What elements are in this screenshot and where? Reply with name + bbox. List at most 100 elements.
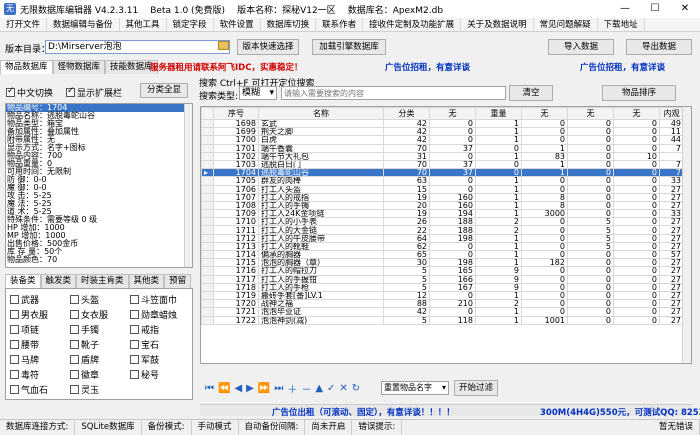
table-cell[interactable]: 1722 [213, 315, 259, 325]
table-cell[interactable]: 0 [429, 241, 476, 252]
category-checkbox[interactable]: 腰带 [10, 338, 39, 351]
table-cell[interactable]: 1708 [213, 200, 259, 211]
table-cell[interactable]: 30 [383, 258, 430, 268]
table-cell[interactable]: 1700 [213, 135, 259, 145]
table-cell[interactable]: 7 [659, 143, 684, 153]
table-cell[interactable]: 0 [613, 184, 660, 194]
item-name-cell[interactable]: 打工人的小手表 [258, 217, 384, 227]
table-cell[interactable]: 0 [567, 118, 614, 129]
table-cell[interactable]: 1 [475, 233, 522, 243]
table-cell[interactable]: 1 [475, 118, 522, 129]
table-cell[interactable]: 27 [659, 258, 684, 268]
table-cell[interactable]: 0 [567, 176, 614, 186]
table-cell[interactable]: 0 [475, 168, 522, 178]
checkbox-icon[interactable] [10, 355, 19, 364]
table-cell[interactable]: 0 [429, 151, 476, 161]
table-cell[interactable]: 0 [521, 241, 568, 252]
category-checkbox[interactable]: 靴子 [70, 338, 99, 351]
table-cell[interactable]: 0 [567, 184, 614, 194]
table-cell[interactable]: 27 [659, 192, 684, 202]
checkbox-icon[interactable] [10, 325, 19, 334]
show-extension-toggle[interactable]: 显示扩展栏 [66, 86, 122, 99]
table-cell[interactable]: 33 [659, 176, 684, 186]
quick-select-button[interactable]: 版本快速选择 [237, 39, 299, 55]
table-row[interactable]: 1706 打工人头盔 15 0 1 0 0 0 27 [201, 184, 684, 194]
table-row[interactable]: 1700 白虎 42 0 1 0 0 0 44 [201, 135, 684, 145]
table-cell[interactable]: 0 [567, 200, 614, 211]
item-name-cell[interactable]: 打工人24K金项链 [258, 209, 384, 219]
cancel-icon[interactable]: ✕ [339, 383, 347, 394]
category-checkbox[interactable]: 男衣服 [10, 308, 48, 321]
table-cell[interactable]: 1 [475, 151, 522, 161]
table-cell[interactable]: 0 [475, 159, 522, 170]
table-cell[interactable]: 1 [475, 241, 522, 252]
folder-icon[interactable] [218, 41, 229, 50]
table-cell[interactable]: 1701 [213, 143, 259, 153]
table-row[interactable]: 1715 泡泡的胸器（章） 30 198 1 182 0 0 27 [201, 258, 684, 268]
row-selector[interactable] [201, 200, 214, 211]
delete-icon[interactable]: － [301, 381, 311, 396]
row-selector[interactable] [201, 217, 214, 227]
table-cell[interactable]: 160 [429, 200, 476, 211]
maximize-icon[interactable]: ☐ [640, 0, 670, 18]
checkbox-icon[interactable] [10, 310, 19, 319]
row-selector[interactable] [201, 274, 214, 284]
category-checkbox[interactable]: 头盔 [70, 293, 99, 306]
search-type-select[interactable]: 模糊 ▾ [239, 86, 277, 100]
menu-contact[interactable]: 联系作者 [316, 18, 364, 31]
table-cell[interactable]: 0 [567, 258, 614, 268]
table-cell[interactable] [659, 151, 684, 161]
row-selector[interactable] [201, 151, 214, 161]
table-row[interactable]: 1721 泡泡毕业证 42 0 1 0 0 0 27 [201, 307, 684, 317]
clear-button[interactable]: 清空 [509, 85, 553, 101]
item-name-cell[interactable]: 泡泡毕业证 [258, 307, 384, 317]
row-selector[interactable] [201, 282, 214, 292]
table-cell[interactable]: 0 [567, 168, 614, 178]
table-cell[interactable]: 1721 [213, 307, 259, 317]
item-name-cell[interactable]: 泡泡神剑(减) [258, 315, 384, 325]
row-selector[interactable] [201, 192, 214, 202]
table-cell[interactable]: 1 [475, 176, 522, 186]
table-cell[interactable]: 0 [521, 274, 568, 284]
item-name-cell[interactable]: 打工人的手握钳 [258, 274, 384, 284]
table-cell[interactable]: 0 [521, 127, 568, 137]
table-cell[interactable]: 0 [567, 282, 614, 292]
table-row[interactable]: 1717 打工人的手握钳 5 166 9 0 0 0 27 [201, 274, 684, 284]
menu-open-file[interactable]: 打开文件 [0, 18, 48, 31]
table-cell[interactable]: 0 [429, 118, 476, 129]
sort-button[interactable]: 物品排序 [602, 85, 676, 101]
row-selector[interactable] [201, 176, 214, 186]
table-cell[interactable]: 0 [567, 127, 614, 137]
search-input[interactable] [281, 86, 506, 100]
category-checkbox[interactable]: 徽章 [70, 368, 99, 381]
table-cell[interactable]: 9 [475, 282, 522, 292]
row-selector[interactable] [201, 307, 214, 317]
table-cell[interactable]: 0 [429, 176, 476, 186]
row-selector[interactable] [201, 127, 214, 137]
column-header[interactable]: 重量 [475, 107, 522, 120]
menu-settings[interactable]: 软件设置 [214, 18, 261, 31]
checkbox-icon[interactable] [70, 310, 79, 319]
checkbox-icon[interactable] [130, 370, 139, 379]
menu-download[interactable]: 下载地址 [598, 18, 645, 31]
item-name-cell[interactable]: 白虎 [258, 135, 384, 145]
table-cell[interactable]: 1712 [213, 233, 259, 243]
table-cell[interactable]: 0 [613, 143, 660, 153]
table-cell[interactable]: 0 [613, 192, 660, 202]
table-cell[interactable]: 0 [521, 299, 568, 309]
table-cell[interactable]: 27 [659, 241, 684, 252]
table-cell[interactable]: 0 [613, 307, 660, 317]
table-cell[interactable]: 42 [383, 307, 430, 317]
category-checkbox[interactable]: 勋章蜡烛 [130, 308, 177, 321]
table-cell[interactable]: 27 [659, 266, 684, 276]
table-cell[interactable]: 167 [429, 282, 476, 292]
category-checkbox[interactable]: 手镯 [70, 323, 99, 336]
tab-reserved[interactable]: 预留 [164, 274, 192, 288]
category-checkbox[interactable]: 毒符 [10, 368, 39, 381]
row-selector[interactable] [201, 135, 214, 145]
row-selector[interactable]: ▸ [201, 168, 214, 178]
table-cell[interactable]: 5 [567, 233, 614, 243]
table-cell[interactable]: 194 [429, 209, 476, 219]
table-cell[interactable]: 15 [383, 184, 430, 194]
table-cell[interactable]: 0 [521, 290, 568, 301]
